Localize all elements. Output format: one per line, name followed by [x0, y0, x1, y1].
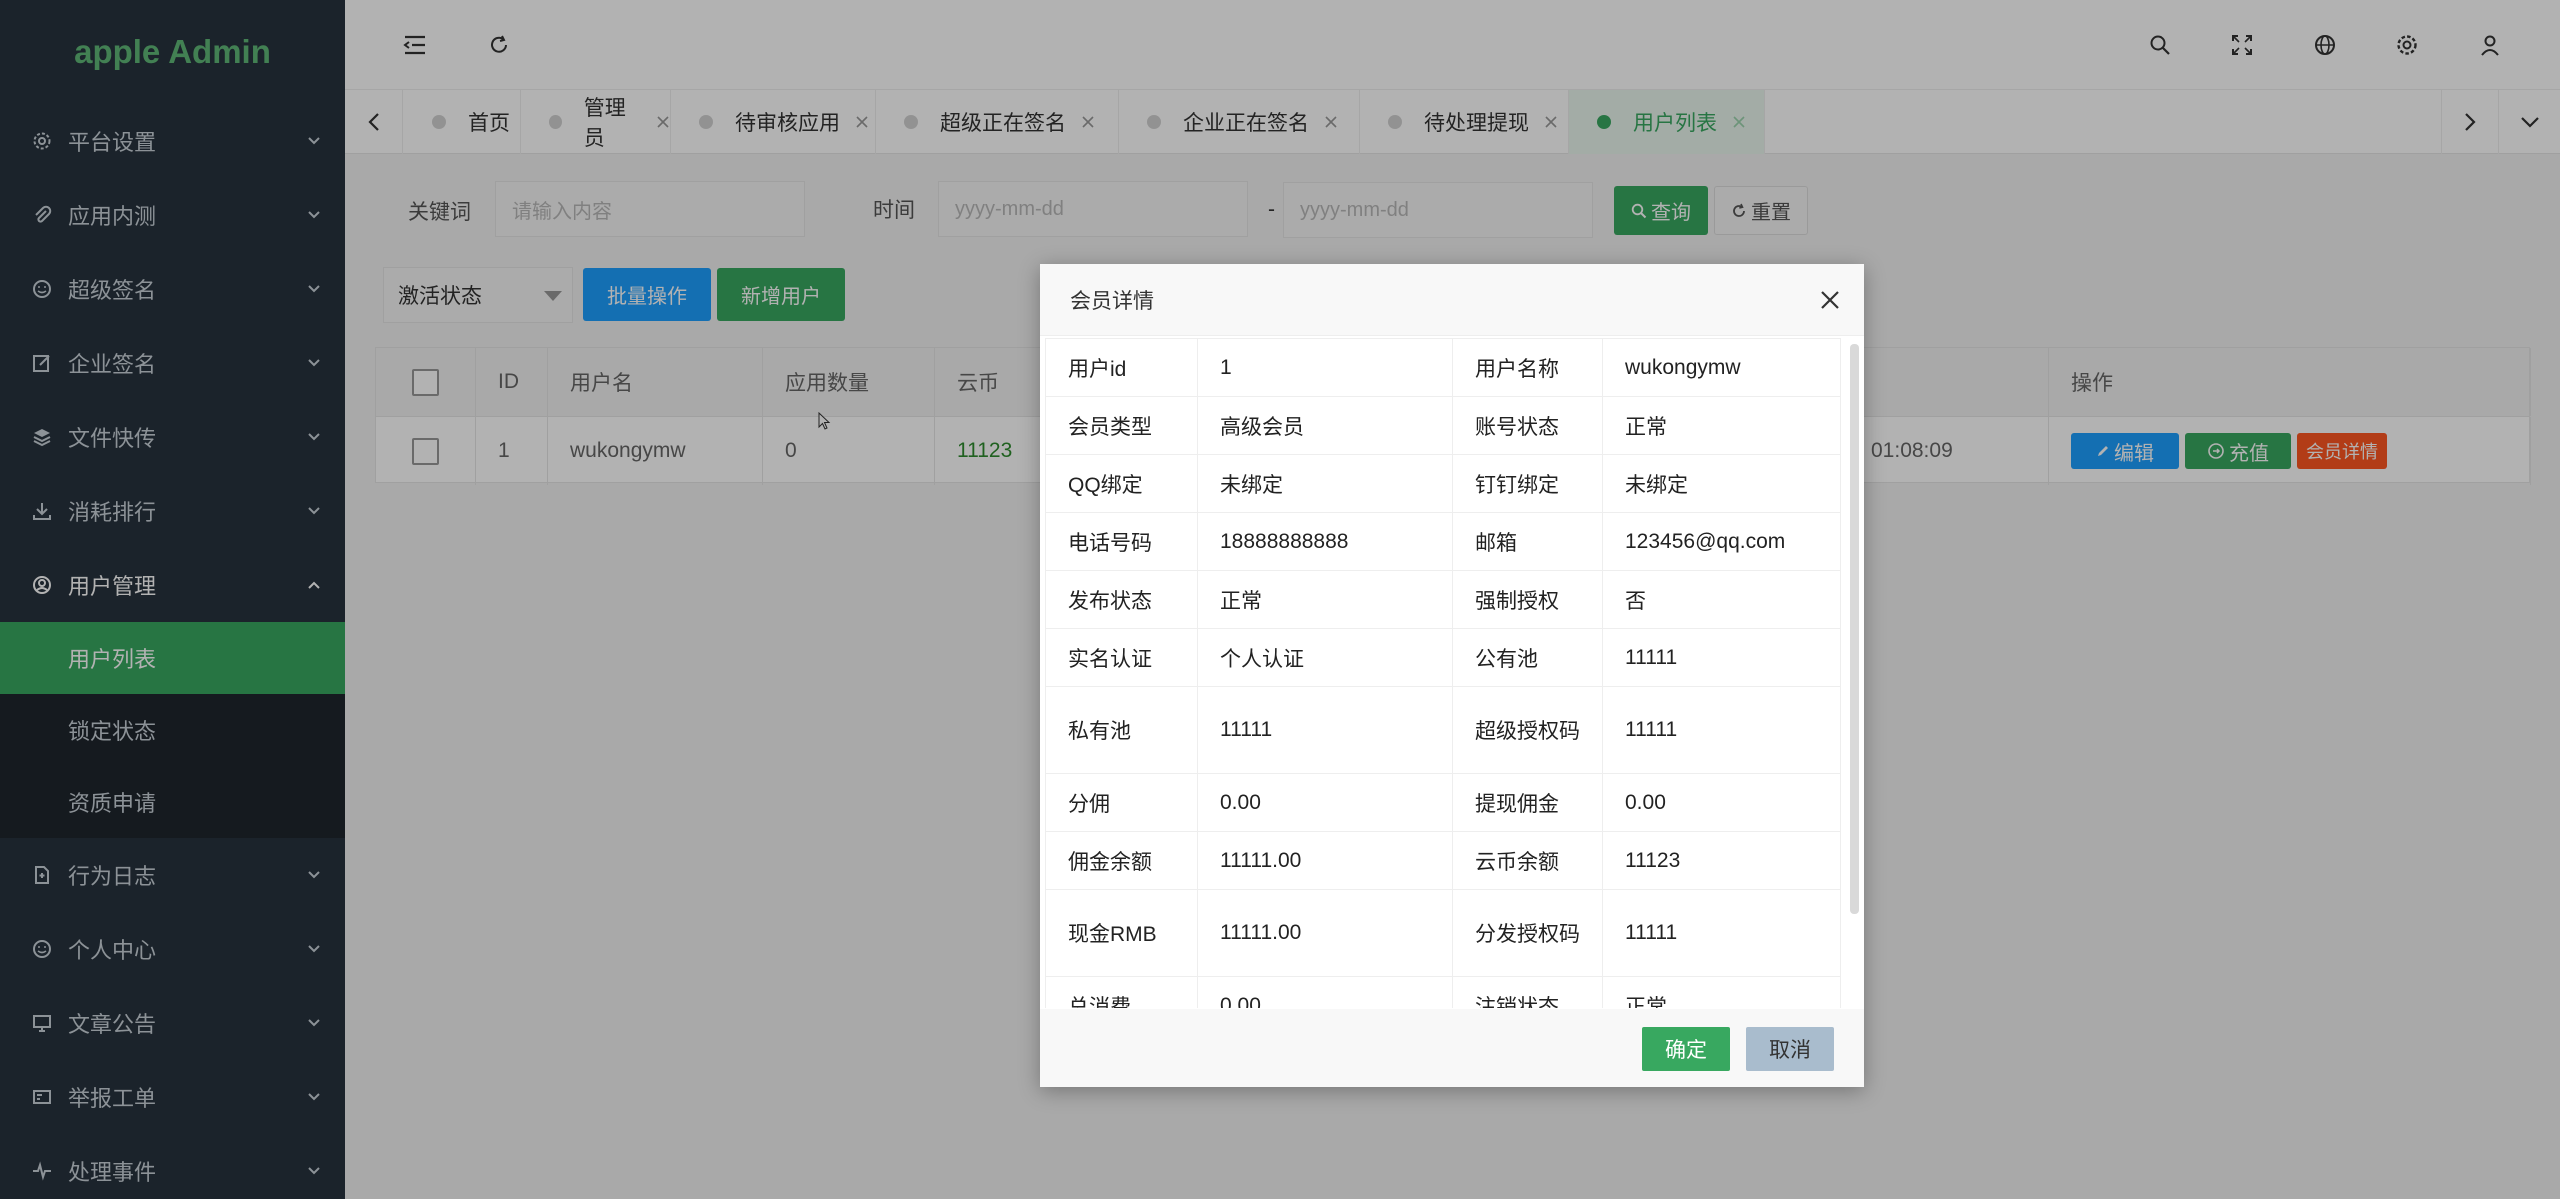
- detail-value: 个人认证: [1197, 628, 1453, 687]
- detail-row: 现金RMB 11111.00 分发授权码 11111: [1045, 889, 1841, 977]
- detail-key: 总消费: [1045, 976, 1198, 1008]
- detail-key: 佣金余额: [1045, 831, 1198, 890]
- detail-key: 分发授权码: [1452, 889, 1603, 977]
- detail-value: 0.00: [1197, 976, 1453, 1008]
- detail-value: 正常: [1197, 570, 1453, 629]
- detail-key: 现金RMB: [1045, 889, 1198, 977]
- modal-body[interactable]: 用户id 1 用户名称 wukongymw 会员类型 高级会员 账号状态 正常 QQ绑定 未绑…: [1045, 338, 1841, 1008]
- detail-key: 会员类型: [1045, 396, 1198, 455]
- detail-value: 123456@qq.com: [1602, 512, 1841, 571]
- detail-key: 用户名称: [1452, 338, 1603, 397]
- detail-key: 私有池: [1045, 686, 1198, 774]
- detail-value: 0.00: [1197, 773, 1453, 832]
- detail-key: 分佣: [1045, 773, 1198, 832]
- detail-key: 账号状态: [1452, 396, 1603, 455]
- detail-row: 总消费 0.00 注销状态 正常: [1045, 976, 1841, 1008]
- detail-key: 电话号码: [1045, 512, 1198, 571]
- cancel-button[interactable]: 取消: [1746, 1027, 1834, 1071]
- detail-value: 未绑定: [1197, 454, 1453, 513]
- detail-key: 钉钉绑定: [1452, 454, 1603, 513]
- detail-key: 超级授权码: [1452, 686, 1603, 774]
- detail-row: 分佣 0.00 提现佣金 0.00: [1045, 773, 1841, 832]
- detail-key: 提现佣金: [1452, 773, 1603, 832]
- detail-value: 11111: [1602, 889, 1841, 977]
- detail-value: 否: [1602, 570, 1841, 629]
- detail-key: 公有池: [1452, 628, 1603, 687]
- detail-row: 私有池 11111 超级授权码 11111: [1045, 686, 1841, 774]
- detail-value: 正常: [1602, 396, 1841, 455]
- detail-key: 用户id: [1045, 338, 1198, 397]
- detail-key: 注销状态: [1452, 976, 1603, 1008]
- detail-value: 未绑定: [1602, 454, 1841, 513]
- detail-row: 电话号码 18888888888 邮箱 123456@qq.com: [1045, 512, 1841, 571]
- modal-footer: 确定 取消: [1040, 1009, 1864, 1087]
- modal-title: 会员详情: [1040, 264, 1864, 336]
- detail-row: 用户id 1 用户名称 wukongymw: [1045, 338, 1841, 397]
- detail-value: 0.00: [1602, 773, 1841, 832]
- detail-value: 11111: [1602, 628, 1841, 687]
- detail-row: 实名认证 个人认证 公有池 11111: [1045, 628, 1841, 687]
- detail-value: 18888888888: [1197, 512, 1453, 571]
- detail-key: 云币余额: [1452, 831, 1603, 890]
- close-icon[interactable]: [1814, 284, 1846, 316]
- detail-key: 发布状态: [1045, 570, 1198, 629]
- detail-key: 强制授权: [1452, 570, 1603, 629]
- modal-scrollbar[interactable]: [1850, 344, 1859, 914]
- detail-key: 实名认证: [1045, 628, 1198, 687]
- detail-value: 11111.00: [1197, 831, 1453, 890]
- detail-key: 邮箱: [1452, 512, 1603, 571]
- detail-value: 11123: [1602, 831, 1841, 890]
- detail-key: QQ绑定: [1045, 454, 1198, 513]
- confirm-button[interactable]: 确定: [1642, 1027, 1730, 1071]
- detail-value: 11111: [1602, 686, 1841, 774]
- detail-value: 11111: [1197, 686, 1453, 774]
- detail-row: 会员类型 高级会员 账号状态 正常: [1045, 396, 1841, 455]
- detail-row: QQ绑定 未绑定 钉钉绑定 未绑定: [1045, 454, 1841, 513]
- detail-value: 高级会员: [1197, 396, 1453, 455]
- detail-value: 11111.00: [1197, 889, 1453, 977]
- detail-row: 佣金余额 11111.00 云币余额 11123: [1045, 831, 1841, 890]
- detail-value: 1: [1197, 338, 1453, 397]
- detail-row: 发布状态 正常 强制授权否: [1045, 570, 1841, 629]
- detail-value: wukongymw: [1602, 338, 1841, 397]
- detail-value: 正常: [1602, 976, 1841, 1008]
- member-detail-modal: 会员详情 用户id 1 用户名称 wukongymw 会员类型 高级会员 账号状态 正常 Q…: [1040, 264, 1864, 1087]
- member-detail-table: 用户id 1 用户名称 wukongymw 会员类型 高级会员 账号状态 正常 QQ绑定 未绑…: [1045, 338, 1841, 1008]
